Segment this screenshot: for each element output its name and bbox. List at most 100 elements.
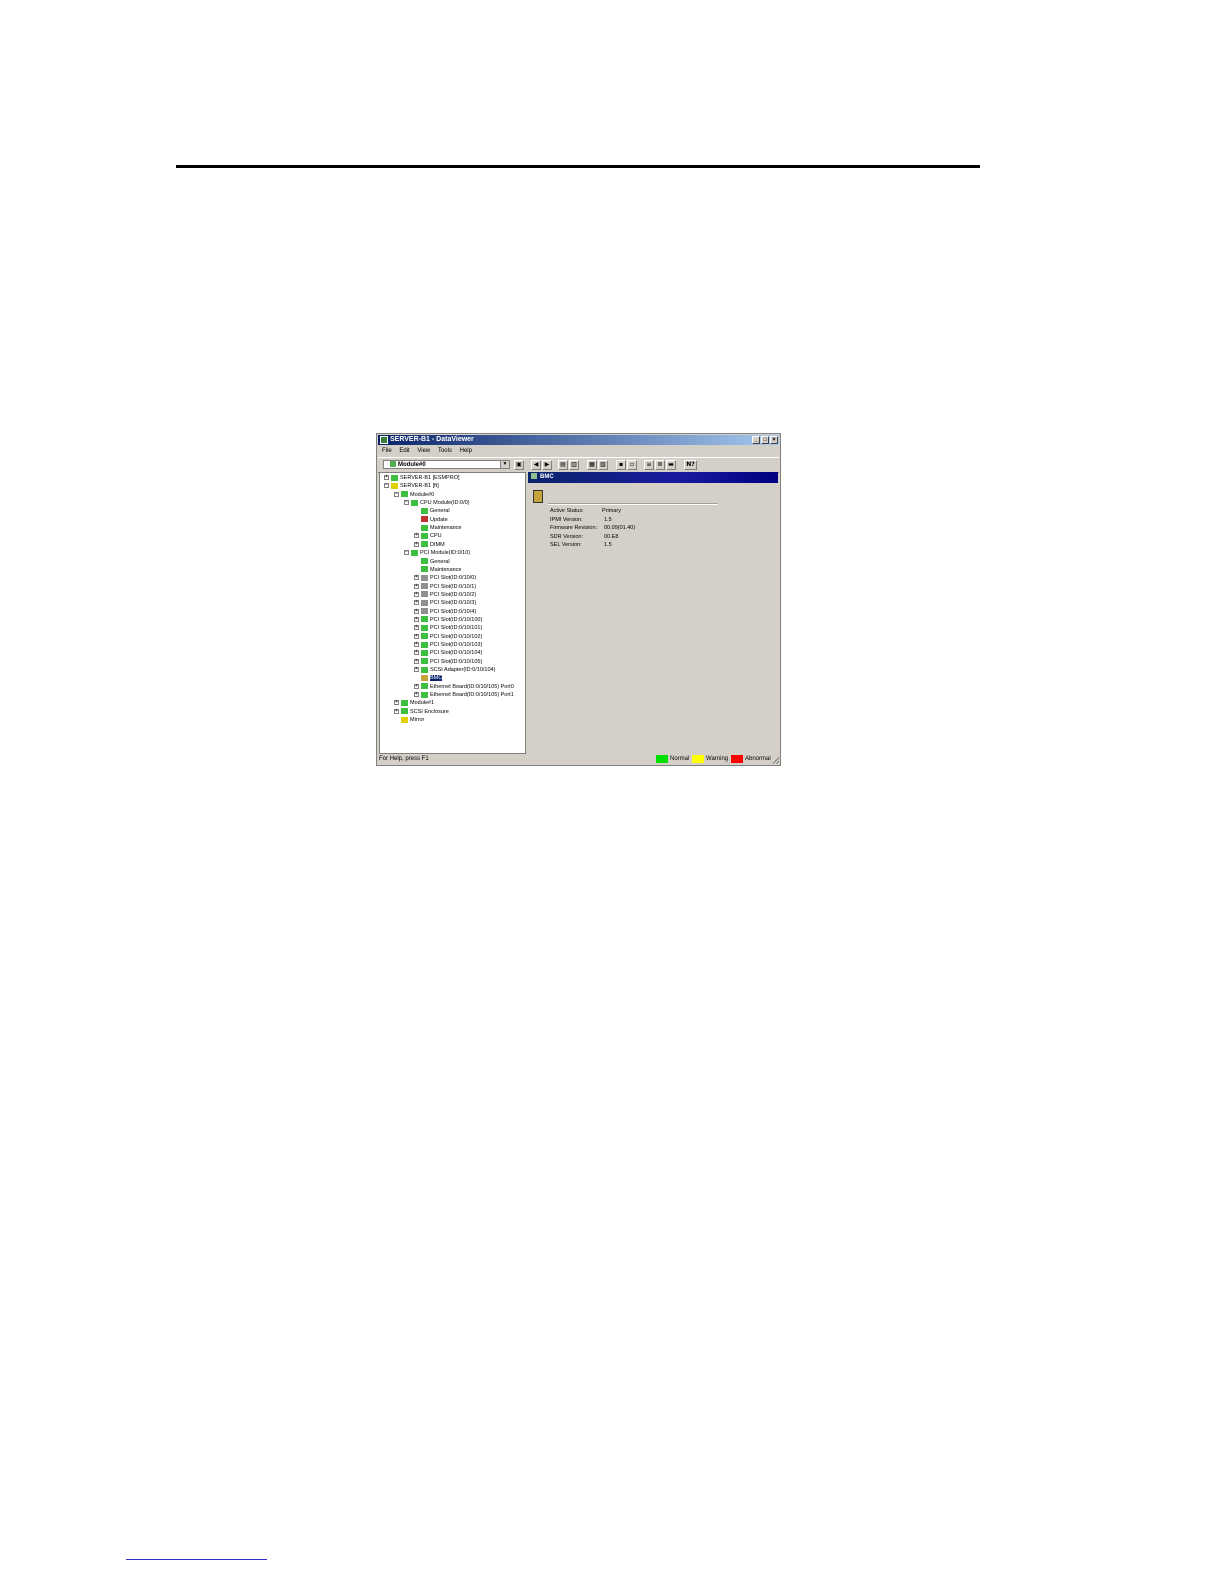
expand-toggle-icon[interactable]: +: [414, 650, 419, 656]
tree-item[interactable]: − SERVER-B1 [ft]: [384, 482, 439, 490]
expand-toggle-icon[interactable]: +: [414, 658, 419, 664]
tree-item[interactable]: General: [414, 558, 450, 566]
back-button[interactable]: ◀: [531, 460, 541, 470]
pci-slot-icon: [421, 574, 428, 581]
tree-item[interactable]: − Module#0: [394, 491, 434, 499]
tree-item[interactable]: + PCI Slot(ID:0/10/4): [414, 608, 476, 616]
pci-slot-icon: [421, 624, 428, 631]
tree-item[interactable]: Mirror: [394, 716, 424, 724]
tree-item[interactable]: + SCSI Enclosure: [394, 708, 449, 716]
list-view-button[interactable]: ≡: [644, 460, 654, 470]
expand-toggle-icon[interactable]: +: [414, 533, 419, 539]
expand-toggle-icon[interactable]: +: [384, 475, 389, 481]
tree-item[interactable]: + PCI Slot(ID:0/10/103): [414, 641, 482, 649]
tree-item[interactable]: + PCI Slot(ID:0/10/0): [414, 574, 476, 582]
tree-item-label: SCSI Enclosure: [410, 708, 449, 715]
app-icon: [380, 436, 388, 444]
expand-toggle-icon[interactable]: +: [414, 667, 419, 673]
detail-pane: BMC Active Status: Primary IPMI Version:…: [528, 472, 778, 754]
tree-item[interactable]: General: [414, 507, 450, 515]
expand-toggle-icon[interactable]: +: [414, 692, 419, 698]
tree-item[interactable]: + DIMM: [414, 541, 445, 549]
prop-label-firmware-revision: Firmware Revision:: [550, 525, 598, 531]
expand-toggle-icon[interactable]: −: [404, 550, 409, 556]
tree-item[interactable]: Maintenance: [414, 566, 462, 574]
tree-item[interactable]: − CPU Module(ID:0/0): [404, 499, 470, 507]
small-icons-button[interactable]: ▫: [627, 460, 637, 470]
details-view-button[interactable]: ≣: [655, 460, 665, 470]
print-button[interactable]: ▦: [587, 460, 597, 470]
legend-normal-swatch: [656, 755, 668, 763]
tree-item[interactable]: + PCI Slot(ID:0/10/100): [414, 616, 482, 624]
tree-connector: [394, 717, 399, 722]
status-help-text: For Help, press F1: [379, 756, 429, 762]
expand-toggle-icon[interactable]: −: [394, 491, 399, 497]
tree-item[interactable]: + SCSI Adapter(ID:0/10/104): [414, 666, 495, 674]
tree-item-label: PCI Module(ID:0/10): [420, 550, 471, 557]
tree-connector: [414, 675, 419, 680]
menu-file[interactable]: File: [382, 448, 392, 454]
module-combo[interactable]: Module#0 ▼: [383, 460, 510, 469]
expand-toggle-icon[interactable]: +: [414, 642, 419, 648]
expand-toggle-icon[interactable]: +: [414, 625, 419, 631]
tree-item[interactable]: + PCI Slot(ID:0/10/3): [414, 599, 476, 607]
expand-toggle-icon[interactable]: +: [414, 575, 419, 581]
expand-toggle-icon[interactable]: +: [414, 591, 419, 597]
menu-edit[interactable]: Edit: [399, 448, 409, 454]
expand-toggle-icon[interactable]: +: [414, 583, 419, 589]
open-folder-button[interactable]: ▣: [514, 460, 524, 470]
expand-toggle-icon[interactable]: +: [414, 600, 419, 606]
print-preview-button[interactable]: ▧: [598, 460, 608, 470]
menu-tools[interactable]: Tools: [438, 448, 452, 454]
expand-toggle-icon[interactable]: +: [414, 616, 419, 622]
tree-item[interactable]: + Module#1: [394, 699, 434, 707]
expand-toggle-icon[interactable]: +: [414, 608, 419, 614]
prop-value-sel-version: 1.5: [604, 542, 612, 548]
tree-item[interactable]: + SERVER-B1 [ESMPRO]: [384, 474, 460, 482]
tree-item[interactable]: − PCI Module(ID:0/10): [404, 549, 470, 557]
close-button[interactable]: ×: [770, 436, 778, 444]
general-icon: [421, 558, 428, 565]
expand-toggle-icon[interactable]: +: [414, 683, 419, 689]
expand-toggle-icon[interactable]: −: [384, 483, 389, 489]
maximize-button[interactable]: □: [761, 436, 769, 444]
expand-toggle-icon[interactable]: +: [414, 541, 419, 547]
tree-pane[interactable]: + SERVER-B1 [ESMPRO] − SERVER-B1 [ft] − Modul…: [379, 472, 526, 754]
forward-button[interactable]: ▶: [542, 460, 552, 470]
minimize-button[interactable]: _: [752, 436, 760, 444]
resize-grip[interactable]: [772, 757, 779, 764]
tree-item[interactable]: + PCI Slot(ID:0/10/105): [414, 658, 482, 666]
menu-help[interactable]: Help: [460, 448, 472, 454]
status-bar: For Help, press F1 Normal Warning Abnorm…: [378, 754, 779, 764]
update-icon: [421, 516, 428, 523]
report-view-button[interactable]: ▬: [666, 460, 676, 470]
context-help-button[interactable]: N?: [684, 460, 697, 470]
tree-item[interactable]: + CPU: [414, 532, 442, 540]
expand-toggle-icon[interactable]: +: [414, 633, 419, 639]
tree-item-label: SCSI Adapter(ID:0/10/104): [430, 667, 496, 674]
expand-toggle-icon[interactable]: +: [394, 700, 399, 706]
pci-slot-icon: [421, 616, 428, 623]
tree-item[interactable]: + Ethernet Board(ID:0/10/105) Port1: [414, 691, 514, 699]
large-icons-button[interactable]: ▪: [616, 460, 626, 470]
tree-item[interactable]: + PCI Slot(ID:0/10/1): [414, 583, 476, 591]
copy-button[interactable]: ▤: [558, 460, 568, 470]
expand-toggle-icon[interactable]: +: [394, 708, 399, 714]
chevron-down-icon[interactable]: ▼: [500, 461, 509, 468]
tree-item[interactable]: + PCI Slot(ID:0/10/102): [414, 633, 482, 641]
menu-view[interactable]: View: [417, 448, 430, 454]
tree-item[interactable]: + PCI Slot(ID:0/10/101): [414, 624, 482, 632]
tree-item[interactable]: Maintenance: [414, 524, 462, 532]
tree-item[interactable]: BMC: [414, 674, 443, 682]
tree-item[interactable]: + PCI Slot(ID:0/10/104): [414, 649, 482, 657]
tree-item-label: Ethernet Board(ID:0/10/105) Port1: [430, 692, 514, 699]
pci-module-icon: [411, 549, 418, 556]
expand-toggle-icon[interactable]: −: [404, 500, 409, 506]
tree-item[interactable]: + PCI Slot(ID:0/10/2): [414, 591, 476, 599]
paste-button[interactable]: ▥: [569, 460, 579, 470]
tree-item[interactable]: Update: [414, 516, 448, 524]
detail-title: BMC: [540, 474, 554, 480]
tree-connector: [414, 567, 419, 572]
tree-item[interactable]: + Ethernet Board(ID:0/10/105) Port0: [414, 683, 514, 691]
tree-item-label: General: [430, 508, 450, 515]
